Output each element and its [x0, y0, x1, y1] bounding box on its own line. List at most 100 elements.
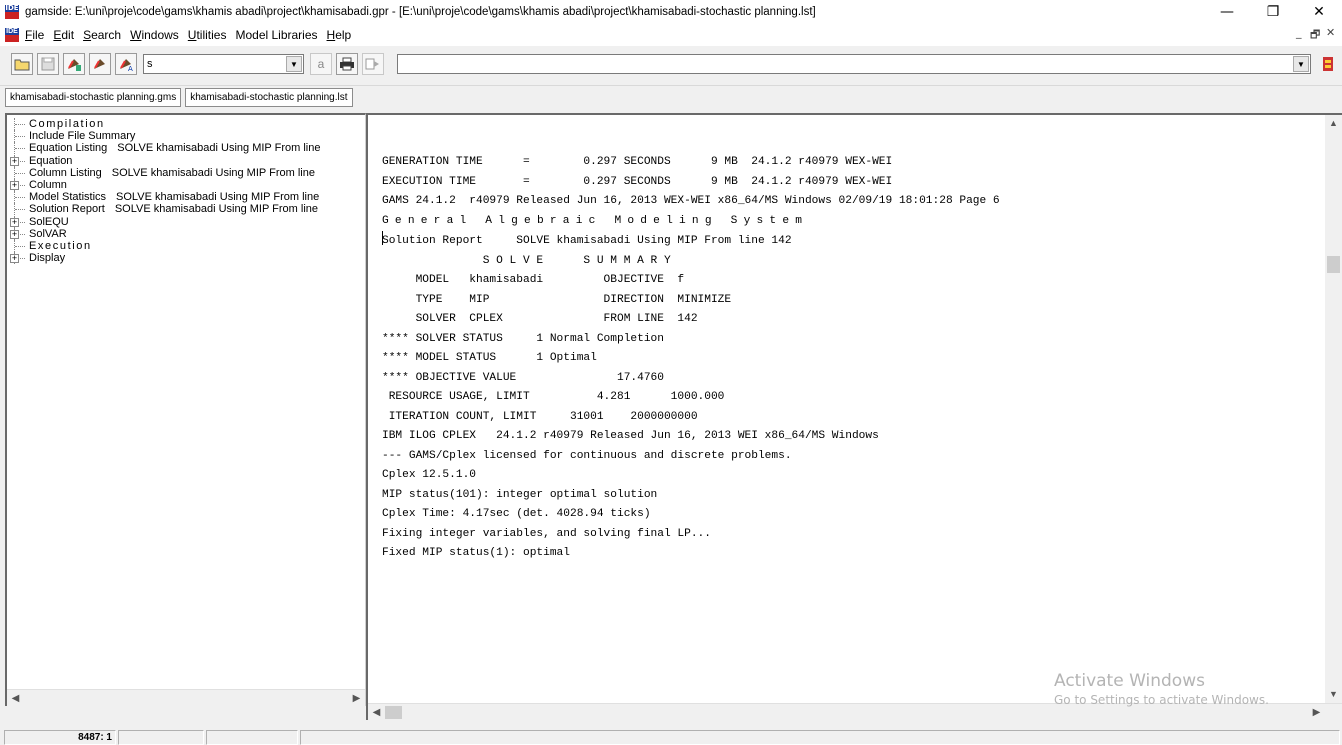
minimize-button[interactable]: —	[1204, 0, 1250, 24]
menu-item-utilities[interactable]: Utilities	[188, 28, 227, 42]
scroll-down-icon[interactable]: ▼	[1325, 686, 1342, 703]
maximize-button[interactable]: ❐	[1250, 0, 1296, 24]
tree-item-label: Execution	[29, 239, 92, 252]
toolbar: A s ▼ a ▼	[0, 48, 1342, 86]
process-window-button[interactable]	[362, 53, 384, 75]
watermark-subtitle: Go to Settings to activate Windows.	[1054, 693, 1269, 707]
tree-item-include-file-summary[interactable]: Include File Summary	[9, 130, 364, 143]
tree-item-model-statistics[interactable]: Model Statistics SOLVE khamisabadi Using …	[9, 191, 364, 204]
tree-item-label: SolEQU	[29, 215, 69, 228]
listing-line: Solution Report SOLVE khamisabadi Using …	[382, 231, 1312, 252]
tree-item-label: Include File Summary	[29, 130, 136, 143]
menu-item-windows[interactable]: Windows	[130, 28, 179, 42]
search-combo-value: s	[147, 58, 153, 70]
tree-item-label: Solution Report	[29, 203, 105, 216]
scroll-right-icon[interactable]: ▶	[348, 690, 365, 707]
print-button[interactable]	[336, 53, 358, 75]
open-folder-icon	[14, 59, 30, 71]
menu-item-file[interactable]: File	[25, 28, 44, 42]
tree-item-compilation[interactable]: Compilation	[9, 118, 364, 130]
listing-line: --- GAMS/Cplex licensed for continuous a…	[382, 449, 792, 462]
scroll-thumb[interactable]	[1327, 256, 1340, 273]
menu-item-model-libraries[interactable]: Model Libraries	[235, 28, 317, 42]
tree-item-column[interactable]: + Column	[9, 178, 364, 191]
match-case-label: a	[317, 57, 325, 71]
compile-button[interactable]	[89, 53, 111, 75]
run-icon	[68, 59, 81, 71]
open-file-button[interactable]	[11, 53, 33, 75]
tree-item-equation-listing[interactable]: Equation Listing SOLVE khamisabadi Using …	[9, 142, 364, 155]
run-gams-button[interactable]	[63, 53, 85, 75]
save-icon	[41, 57, 55, 71]
chevron-down-icon[interactable]: ▼	[1293, 56, 1309, 72]
expand-plus-icon[interactable]: +	[10, 180, 19, 190]
tree-horizontal-scrollbar[interactable]: ◀ ▶	[7, 689, 365, 706]
expand-plus-icon[interactable]: +	[10, 156, 19, 166]
mdi-minimize-button[interactable]: _	[1296, 26, 1302, 39]
tree-connector	[14, 191, 26, 204]
save-file-button[interactable]	[37, 53, 59, 75]
library-icon	[1323, 57, 1333, 71]
tab-lst-file[interactable]: khamisabadi-stochastic planning.lst	[185, 88, 353, 107]
run-with-options-button[interactable]: A	[115, 53, 137, 75]
scroll-right-icon[interactable]: ▶	[1308, 704, 1325, 721]
tree-item-execution[interactable]: Execution	[9, 239, 364, 252]
tree-item-label: Column Listing	[29, 166, 102, 179]
parameter-combo[interactable]: ▼	[397, 54, 1311, 74]
close-button[interactable]: ✕	[1296, 0, 1342, 24]
match-case-button[interactable]: a	[310, 53, 332, 75]
listing-tree-pane: Compilation Include File Summary Equation …	[5, 113, 366, 706]
scroll-thumb[interactable]	[26, 692, 336, 705]
expand-plus-icon[interactable]: +	[10, 217, 19, 227]
tree-item-display[interactable]: + Display	[9, 252, 364, 265]
listing-line: General Algebraic Modeling System	[382, 214, 809, 227]
listing-line: Cplex Time: 4.17sec (det. 4028.94 ticks)	[382, 508, 651, 520]
scroll-thumb[interactable]	[385, 706, 402, 719]
compile-icon	[94, 59, 105, 69]
window-title: gamside: E:\uni\proje\code\gams\khamis a…	[25, 6, 816, 18]
status-cell-3	[206, 730, 298, 745]
editor-vertical-scrollbar[interactable]: ▲ ▼	[1325, 115, 1342, 703]
tree-connector	[14, 118, 26, 130]
listing-text-pane: GENERATION TIME = 0.297 SECONDS 9 MB 24.…	[366, 113, 1342, 720]
tree-item-description: SOLVE khamisabadi Using MIP From line	[117, 142, 321, 155]
mdi-restore-button[interactable]: 🗗	[1310, 26, 1320, 45]
tree-item-description: SOLVE khamisabadi Using MIP From line	[116, 191, 320, 204]
scroll-left-icon[interactable]: ◀	[7, 690, 24, 707]
activate-windows-watermark: Activate Windows Go to Settings to activ…	[1054, 670, 1269, 708]
tree-item-label: Display	[29, 252, 66, 265]
chevron-down-icon[interactable]: ▼	[286, 56, 302, 72]
tree-item-solequ[interactable]: + SolEQU	[9, 215, 364, 228]
listing-line: TYPE MIP DIRECTION MINIMIZE	[382, 293, 732, 306]
menu-item-help[interactable]: Help	[327, 28, 352, 42]
svg-text:A: A	[128, 65, 133, 72]
expand-plus-icon[interactable]: +	[10, 229, 19, 239]
tree-item-equation[interactable]: + Equation	[9, 154, 364, 167]
listing-line: **** MODEL STATUS 1 Optimal	[382, 352, 597, 364]
model-library-button[interactable]	[1317, 53, 1339, 75]
tree-item-solution-report[interactable]: Solution Report SOLVE khamisabadi Using M…	[9, 203, 364, 216]
tree-item-label: Model Statistics	[29, 191, 107, 204]
listing-line: GENERATION TIME = 0.297 SECONDS 9 MB 24.…	[382, 156, 893, 168]
mdi-close-button[interactable]: ✕	[1326, 26, 1335, 39]
listing-editor[interactable]: GENERATION TIME = 0.297 SECONDS 9 MB 24.…	[382, 153, 1312, 708]
listing-line: MODEL khamisabadi OBJECTIVE f	[382, 274, 685, 286]
listing-line: **** SOLVER STATUS 1 Normal Completion	[382, 332, 664, 345]
tab-gms-file[interactable]: khamisabadi-stochastic planning.gms	[5, 88, 182, 107]
status-cell-4	[300, 730, 1340, 745]
scroll-left-icon[interactable]: ◀	[368, 704, 385, 721]
menu-item-edit[interactable]: Edit	[53, 28, 74, 42]
scroll-up-icon[interactable]: ▲	[1325, 115, 1342, 132]
listing-line: Fixed MIP status(1): optimal	[382, 547, 570, 559]
status-cell-2	[118, 730, 204, 745]
menu-item-search[interactable]: Search	[83, 28, 121, 42]
tree-item-column-listing[interactable]: Column Listing SOLVE khamisabadi Using MI…	[9, 166, 364, 179]
tree-item-label: Compilation	[29, 118, 105, 130]
tree-connector	[14, 142, 26, 155]
tree-item-description: SOLVE khamisabadi Using MIP From line	[114, 203, 319, 216]
tree-connector	[14, 239, 26, 252]
expand-plus-icon[interactable]: +	[10, 254, 19, 264]
document-icon[interactable]: IDE	[5, 28, 19, 42]
search-combo[interactable]: s ▼	[143, 54, 304, 74]
tree-item-solvar[interactable]: + SolVAR	[9, 227, 364, 240]
